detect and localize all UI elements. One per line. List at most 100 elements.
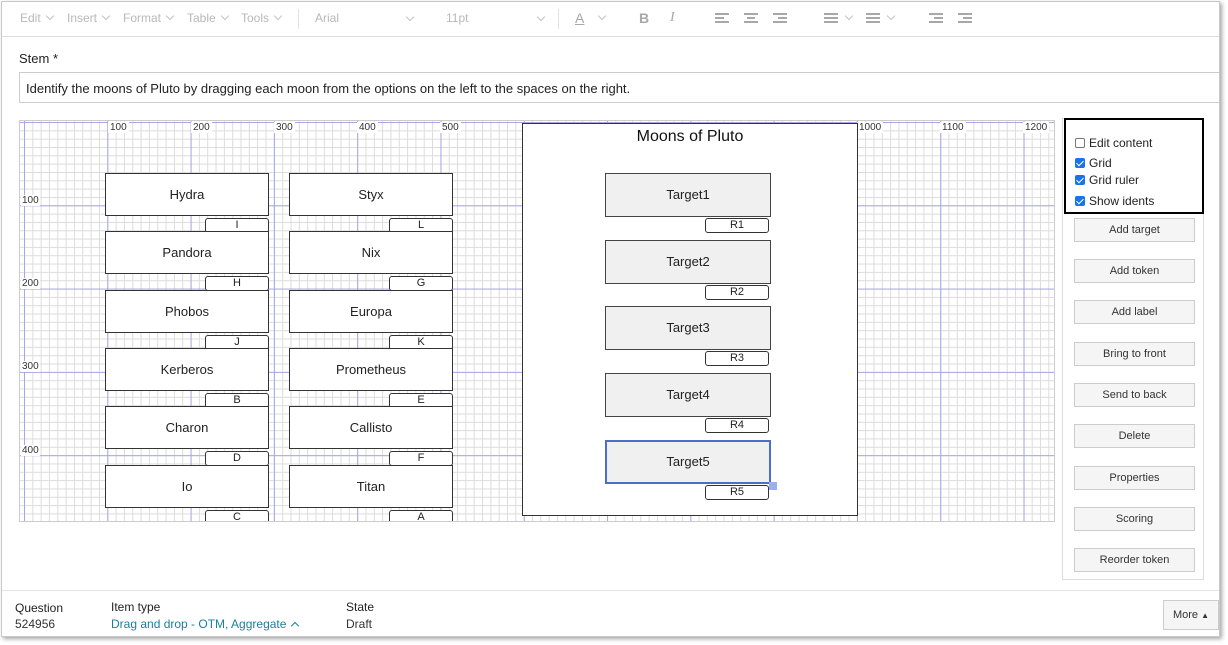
font-family-select[interactable]: Arial [315, 11, 415, 25]
align-center-icon[interactable] [744, 13, 758, 25]
stem-input[interactable]: Identify the moons of Pluto by dragging … [19, 72, 1219, 103]
font-family-value: Arial [315, 11, 340, 25]
edit-content-checkbox[interactable] [1075, 138, 1085, 148]
target-1[interactable]: Target1 [605, 173, 771, 217]
show-idents-checkbox[interactable] [1075, 196, 1085, 206]
ruler-x-label: 300 [274, 122, 295, 133]
menu-insert[interactable]: Insert [67, 11, 111, 25]
numbered-list-icon[interactable] [866, 13, 880, 25]
menu-edit[interactable]: Edit [20, 11, 54, 25]
target-ident: R1 [705, 218, 769, 233]
token-io[interactable]: Io [105, 465, 269, 508]
grid-label: Grid [1089, 156, 1112, 170]
bullet-list-icon[interactable] [824, 13, 838, 25]
indent-icon[interactable] [958, 13, 972, 25]
state-value: Draft [346, 617, 373, 631]
token-ident: C [205, 510, 269, 521]
chevron-down-icon [844, 11, 854, 21]
token-ident: H [205, 276, 269, 291]
token-ident: A [389, 510, 453, 521]
token-charon[interactable]: Charon [105, 406, 269, 449]
reorder-token-button[interactable]: Reorder token [1074, 548, 1195, 572]
token-prometheus[interactable]: Prometheus [289, 348, 453, 391]
italic-button[interactable]: I [670, 10, 675, 26]
token-hydra[interactable]: Hydra [105, 173, 269, 216]
outdent-icon[interactable] [929, 13, 943, 25]
target-2[interactable]: Target2 [605, 240, 771, 284]
item-type-link[interactable]: Drag and drop - OTM, Aggregate [111, 617, 300, 631]
token-styx[interactable]: Styx [289, 173, 453, 216]
token-phobos[interactable]: Phobos [105, 290, 269, 333]
show-idents-option[interactable]: Show idents [1075, 194, 1154, 208]
menu-format[interactable]: Format [123, 11, 175, 25]
grid-checkbox[interactable] [1075, 158, 1085, 168]
ruler-x-label: 1100 [940, 122, 966, 133]
add-label-button[interactable]: Add label [1074, 300, 1195, 324]
drag-drop-canvas[interactable]: 100 200 300 400 500 1000 1100 1200 100 2… [19, 120, 1055, 522]
footer-bar: Question 524956 Item type Drag and drop … [2, 590, 1219, 636]
menu-table-label: Table [187, 11, 216, 25]
menu-table[interactable]: Table [187, 11, 229, 25]
font-color-button[interactable]: A [575, 10, 584, 26]
token-ident: D [205, 451, 269, 466]
chevron-down-icon [273, 11, 283, 21]
chevron-down-icon [405, 12, 415, 22]
token-nix[interactable]: Nix [289, 231, 453, 274]
menu-tools[interactable]: Tools [241, 11, 283, 25]
chevron-down-icon [101, 11, 111, 21]
display-options-box: Edit content Grid Grid ruler Show idents [1064, 118, 1204, 214]
send-to-back-button[interactable]: Send to back [1074, 383, 1195, 407]
font-color-dropdown[interactable] [593, 11, 607, 25]
menu-edit-label: Edit [20, 11, 41, 25]
menu-tools-label: Tools [241, 11, 270, 25]
numbered-list-dropdown[interactable] [882, 11, 896, 25]
properties-button[interactable]: Properties [1074, 466, 1195, 490]
more-button[interactable]: More ▲ [1163, 600, 1219, 630]
grid-option[interactable]: Grid [1075, 156, 1112, 170]
token-kerberos[interactable]: Kerberos [105, 348, 269, 391]
ruler-x-label: 1000 [857, 122, 884, 133]
grid-ruler-checkbox[interactable] [1075, 175, 1085, 185]
token-europa[interactable]: Europa [289, 290, 453, 333]
caret-up-icon: ▲ [1201, 611, 1210, 620]
bring-to-front-button[interactable]: Bring to front [1074, 342, 1195, 366]
chevron-down-icon [536, 12, 546, 22]
toolbar-divider [298, 9, 299, 29]
token-callisto[interactable]: Callisto [289, 406, 453, 449]
target-3[interactable]: Target3 [605, 306, 771, 350]
add-token-button[interactable]: Add token [1074, 259, 1195, 283]
editor-window: Edit Insert Format Table Tools Arial 11p… [1, 1, 1220, 637]
state-label: State [346, 600, 375, 614]
target-ident: R3 [705, 351, 769, 366]
chevron-down-icon [165, 11, 175, 21]
token-titan[interactable]: Titan [289, 465, 453, 508]
grid-ruler-option[interactable]: Grid ruler [1075, 173, 1139, 187]
font-color-icon: A [575, 10, 585, 26]
resize-handle[interactable] [769, 482, 777, 490]
add-target-button[interactable]: Add target [1074, 218, 1195, 242]
panel-title: Moons of Pluto [636, 128, 744, 145]
target-panel[interactable]: Moons of Pluto Target1 R1 Target2 R2 Tar… [522, 123, 858, 516]
chevron-down-icon [220, 11, 229, 21]
bold-button[interactable]: B [639, 10, 649, 26]
edit-content-label: Edit content [1089, 136, 1153, 150]
ruler-y-label: 400 [21, 445, 40, 456]
ruler-x-label: 400 [357, 122, 378, 133]
target-ident: R5 [705, 485, 769, 500]
edit-content-option[interactable]: Edit content [1075, 136, 1152, 150]
ruler-x-label: 100 [108, 122, 129, 133]
align-right-icon[interactable] [773, 13, 787, 25]
chevron-down-icon [597, 11, 607, 21]
font-size-select[interactable]: 11pt [446, 11, 546, 25]
item-type-value: Drag and drop - OTM, Aggregate [111, 617, 287, 631]
target-4[interactable]: Target4 [605, 373, 771, 417]
editor-toolbar: Edit Insert Format Table Tools Arial 11p… [2, 2, 1219, 37]
delete-button[interactable]: Delete [1074, 424, 1195, 448]
chevron-up-icon [291, 621, 300, 631]
token-pandora[interactable]: Pandora [105, 231, 269, 274]
bullet-list-dropdown[interactable] [840, 11, 854, 25]
target-5-selected[interactable]: Target5 [605, 440, 771, 484]
scoring-button[interactable]: Scoring [1074, 507, 1195, 531]
align-left-icon[interactable] [715, 13, 729, 25]
toolbar-divider [558, 9, 559, 29]
